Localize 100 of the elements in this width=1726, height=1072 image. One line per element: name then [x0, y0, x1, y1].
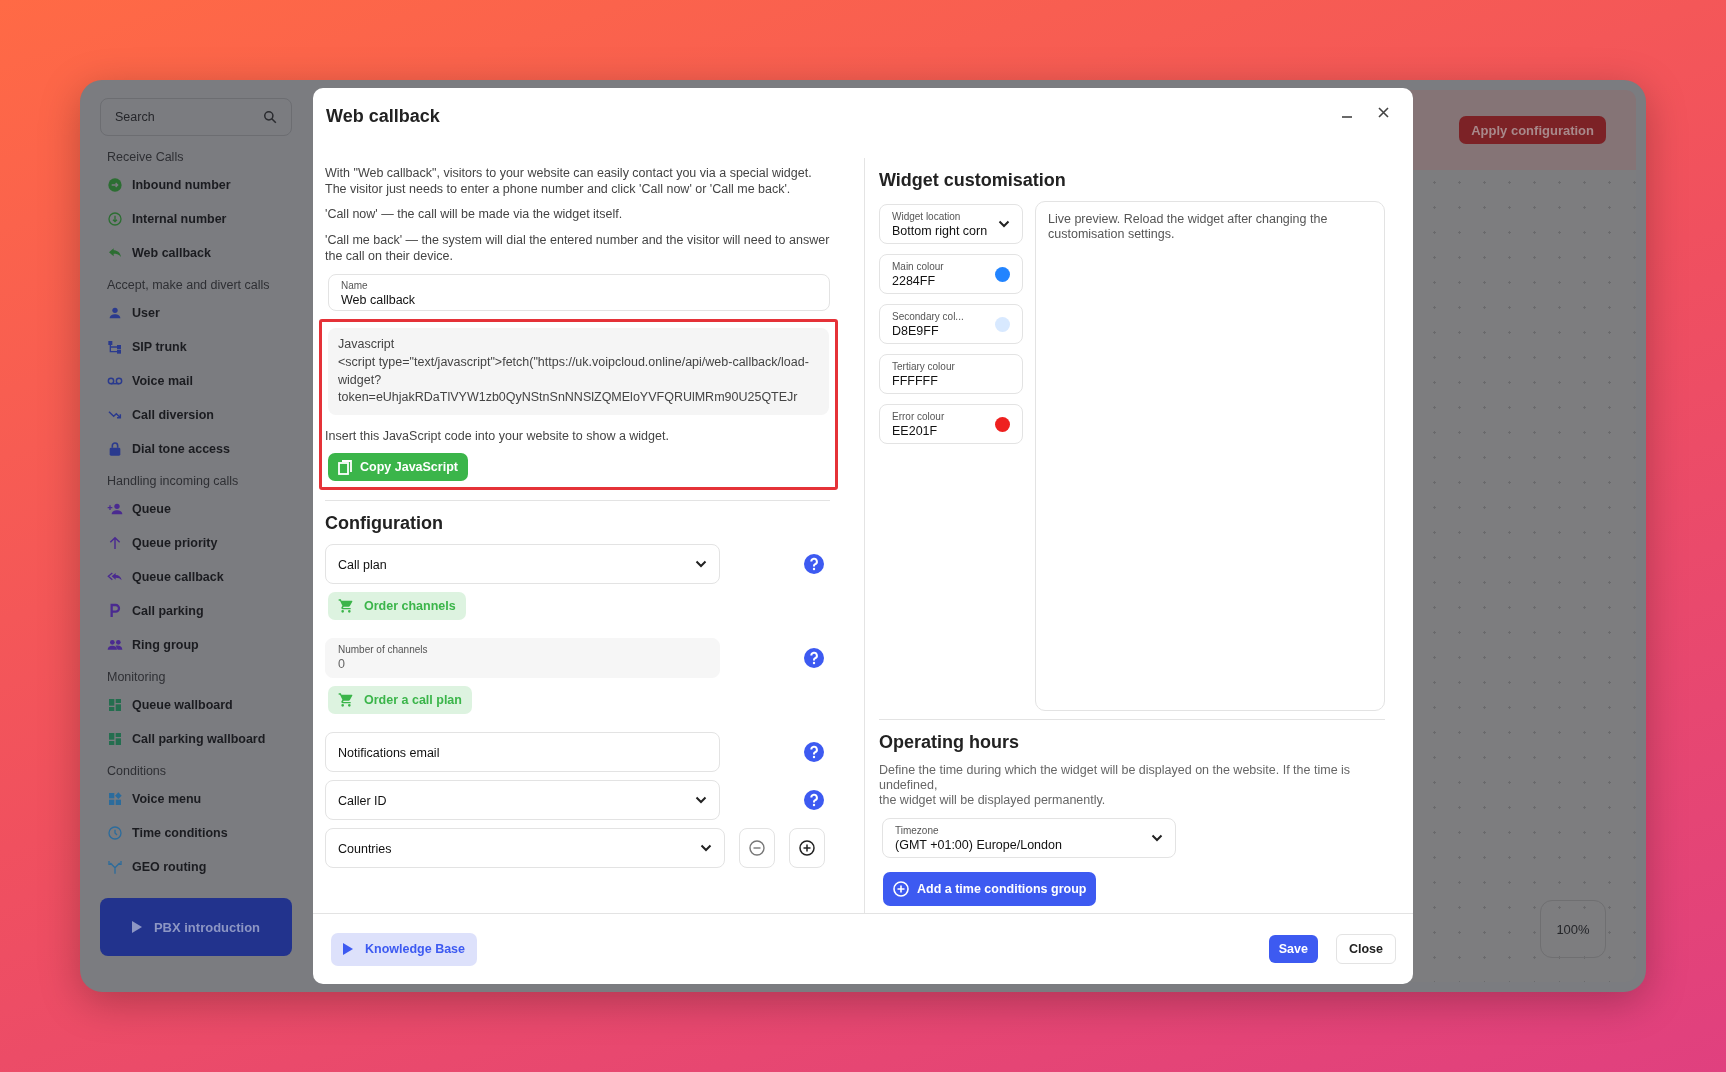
field-label: Secondary col... [892, 310, 964, 322]
field-value: EE201F [892, 423, 939, 438]
section-title: Configuration [325, 513, 444, 535]
field-label: Tertiary colour [892, 360, 955, 372]
fork-arrows-icon [107, 859, 123, 875]
field-value: 2284FF [892, 273, 937, 288]
zoom-level: 100% [1540, 900, 1606, 958]
description-text: 'Call now' — the call will be made via the widget itself. [325, 207, 624, 223]
copy-icon [338, 459, 352, 475]
dialog-title: Web callback [326, 106, 440, 127]
field-label: Error colour [892, 410, 945, 422]
field-placeholder: Notifications email [338, 746, 440, 761]
play-icon [131, 921, 142, 933]
nav-item[interactable]: SIP trunk [100, 330, 292, 364]
close-button[interactable]: Close [1335, 934, 1396, 964]
select-field[interactable]: Widget location Bottom right corn [879, 204, 1023, 244]
cart-icon [338, 598, 354, 615]
knowledge-base-button[interactable]: Knowledge Base [331, 932, 478, 966]
search-placeholder: Search [115, 110, 155, 124]
nav-item[interactable]: Queue wallboard [100, 688, 292, 722]
dashboard-icon [107, 697, 123, 713]
field-value: 0 [338, 657, 346, 672]
chevron-down-icon [1151, 834, 1163, 842]
field-label: Number of channels [338, 644, 429, 656]
field-label: Countries [338, 842, 392, 857]
code-field[interactable]: Javascript <script type="text/javascript">fetch("https://uk.voipcloud.online/api/web-callback/load-widget?token=eUhjakRDaTlVYW1zb0QyNStnSnNNSlZQMEloYVFQRUlMRm90U25QTEJr [328, 328, 829, 416]
nav-item[interactable]: Time conditions [100, 816, 292, 850]
nav-item[interactable]: Call parking wallboard [100, 722, 292, 756]
person-icon [107, 305, 123, 321]
cart-icon [338, 692, 354, 709]
network-nodes-icon [107, 339, 123, 355]
save-button[interactable]: Save [1268, 935, 1318, 963]
nav-item[interactable]: Queue [100, 492, 292, 526]
add-group-button[interactable]: Add a time conditions group [883, 872, 1097, 906]
arrow-circle-icon [107, 177, 123, 193]
nav-item[interactable]: Voice mail [100, 364, 292, 398]
apply-button[interactable]: Apply configuration [1459, 116, 1606, 144]
nav-item[interactable]: Internal number [100, 202, 292, 236]
arrow-up-icon [107, 535, 123, 551]
dashboard-icon [107, 731, 123, 747]
description-text: Define the time during which the widget will be displayed on the website. If the time is undefined, the widget will be displayed permanently. [879, 763, 1352, 808]
field-label: Caller ID [338, 794, 387, 809]
nav-item[interactable]: Ring group [100, 628, 292, 662]
order-button[interactable]: Order a call plan [328, 686, 472, 715]
plus-circle-icon [799, 840, 815, 857]
field-label: Timezone [895, 824, 940, 836]
section-heading: Receive Calls [107, 150, 185, 164]
person-add-icon [107, 501, 123, 517]
field-label: Widget location [892, 210, 962, 222]
input-field[interactable]: Notifications email [325, 732, 720, 773]
order-button[interactable]: Order channels [328, 592, 466, 621]
help-icon[interactable] [804, 554, 824, 575]
field-label: Main colour [892, 260, 944, 272]
select-field[interactable]: Timezone (GMT +01:00) Europe/London [882, 818, 1176, 858]
nav-item[interactable]: Call parking [100, 594, 292, 628]
remove-button[interactable] [739, 828, 775, 869]
colour-field[interactable]: Tertiary colour FFFFFF [879, 354, 1023, 394]
close-icon[interactable] [1378, 106, 1389, 118]
nav-item[interactable]: Queue priority [100, 526, 292, 560]
nav-item[interactable]: Inbound number [100, 168, 292, 202]
widgets-icon [107, 791, 123, 807]
name-field[interactable]: Name Web callback [328, 274, 830, 312]
nav-item[interactable]: Dial tone access [100, 432, 292, 466]
chevron-down-icon [695, 796, 707, 805]
add-button[interactable] [789, 828, 825, 869]
nav-item[interactable]: Queue callback [100, 560, 292, 594]
colour-field[interactable]: Secondary col... D8E9FF [879, 304, 1023, 344]
description-text: With "Web callback", visitors to your website can easily contact you via a special widget. The visitor just needs to enter a phone number and click 'Call now' or 'Call me back'. [325, 166, 813, 198]
section-heading: Conditions [107, 764, 168, 778]
field-value: Bottom right corn [892, 223, 988, 238]
section-heading: Handling incoming calls [107, 474, 240, 488]
select-field[interactable]: Caller ID [325, 780, 720, 821]
help-icon[interactable] [804, 648, 824, 669]
nav-item[interactable]: User [100, 296, 292, 330]
play-icon [343, 943, 353, 955]
search-field[interactable]: Search [100, 98, 292, 136]
nav-item[interactable]: Call diversion [100, 398, 292, 432]
select-field[interactable]: Countries [325, 828, 725, 869]
help-icon[interactable] [804, 790, 824, 811]
clock-icon [107, 825, 123, 841]
nav-item[interactable]: Voice menu [100, 782, 292, 816]
nav-item[interactable]: GEO routing [100, 850, 292, 884]
colour-field[interactable]: Error colour EE201F [879, 404, 1023, 444]
colour-field[interactable]: Main colour 2284FF [879, 254, 1023, 294]
section-title: Operating hours [879, 732, 1020, 753]
chevron-down-icon [695, 560, 707, 569]
hint-text: Insert this JavaScript code into your website to show a widget. [325, 429, 669, 444]
copy-button[interactable]: Copy JavaScript [328, 453, 468, 482]
description-text: 'Call me back' — the system will dial the entered number and the visitor will need to answer the call on their device. [325, 232, 830, 265]
help-icon[interactable] [804, 742, 824, 763]
field-value: (GMT +01:00) Europe/London [895, 837, 1062, 852]
section-heading: Monitoring [107, 670, 167, 684]
intro-button[interactable]: PBX introduction [100, 898, 292, 956]
chevron-down-icon [998, 220, 1010, 228]
chevron-down-icon [700, 844, 712, 853]
nav-item[interactable]: Web callback [100, 236, 292, 270]
search-icon [263, 110, 277, 124]
field-label: Call plan [338, 558, 387, 573]
field-value: Web callback [341, 293, 417, 308]
select-field[interactable]: Call plan [325, 544, 720, 585]
